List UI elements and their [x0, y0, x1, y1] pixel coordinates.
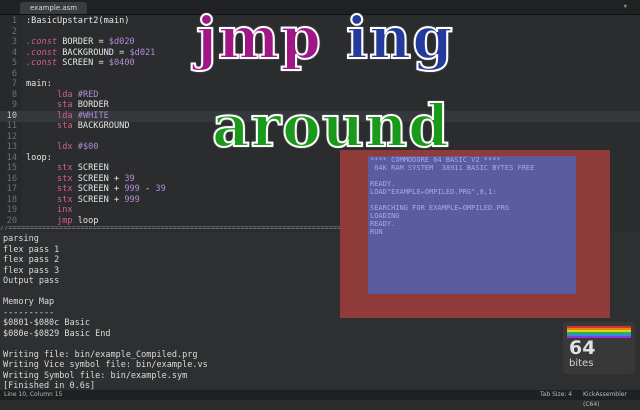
console-line: $080e-$0829 Basic End: [3, 328, 111, 339]
code-text: main:: [26, 79, 52, 89]
emulator-window: **** COMMODORE 64 BASIC V2 **** 64K RAM …: [340, 150, 610, 318]
code-text: lda #WHITE: [57, 110, 109, 121]
code-text: .const SCREEN = $0400: [26, 58, 135, 68]
cursor-position: Line 10, Column 15: [4, 391, 63, 398]
line-number: 7: [11, 79, 17, 89]
line-number: 11: [6, 121, 17, 131]
line-number: 18: [6, 194, 17, 205]
line-number: 20: [6, 215, 17, 226]
code-text: .const BORDER = $d020: [26, 37, 135, 47]
code-text: stx SCREEN: [57, 163, 109, 173]
status-bar: Line 10, Column 15 Tab Size: 4 KickAssem…: [0, 390, 640, 408]
code-text: ldx #$00: [57, 142, 99, 152]
line-number: 13: [6, 142, 17, 152]
code-text: jmp loop: [57, 215, 99, 226]
emulator-screen: **** COMMODORE 64 BASIC V2 **** 64K RAM …: [368, 156, 576, 294]
code-text: sta BACKGROUND: [57, 121, 130, 131]
line-number: 3: [11, 37, 17, 47]
code-text: stx SCREEN + 39: [57, 173, 135, 184]
console-line: Output pass: [3, 276, 60, 286]
line-number: 15: [6, 163, 17, 173]
code-text: stx SCREEN + 999 - 39: [57, 184, 166, 194]
code-text: lda #RED: [57, 89, 99, 100]
syntax-selector[interactable]: KickAssembler (C64): [583, 390, 640, 410]
code-text: sta BORDER: [57, 100, 109, 110]
tab-example-asm[interactable]: example.asm: [20, 2, 88, 14]
overlay-word-ing: ing: [345, 3, 454, 73]
line-number: 1: [11, 16, 17, 26]
line-number: 17: [6, 184, 17, 194]
line-number: 16: [6, 173, 17, 184]
overlay-word-around: around: [211, 91, 450, 161]
code-line[interactable]: 7 main:: [0, 79, 640, 90]
tab-label: example.asm: [30, 4, 78, 12]
code-text: stx SCREEN + 999: [57, 194, 140, 205]
code-text: loop:: [26, 152, 52, 163]
line-number: 10: [6, 110, 17, 121]
64bites-logo: 64 bites: [563, 322, 635, 374]
line-number: 9: [11, 100, 17, 110]
line-number: 12: [6, 131, 17, 142]
code-text: inx: [57, 205, 73, 215]
menu-icon[interactable]: ▾: [623, 2, 628, 12]
line-number: 14: [6, 152, 17, 163]
tab-size-selector[interactable]: Tab Size: 4: [540, 390, 572, 400]
line-number: 2: [11, 26, 17, 37]
code-text: :BasicUpstart2(main): [26, 16, 130, 26]
logo-word: bites: [569, 358, 594, 369]
line-number: 5: [11, 58, 17, 68]
line-number: 6: [11, 68, 17, 79]
line-number: 8: [11, 89, 17, 100]
logo-number: 64: [569, 337, 596, 359]
line-number: 4: [11, 47, 17, 58]
code-text: .const BACKGROUND = $d021: [26, 47, 156, 58]
emulator-text: **** COMMODORE 64 BASIC V2 **** 64K RAM …: [370, 156, 535, 236]
overlay-word-jmp: jmp: [195, 3, 322, 73]
line-number: 19: [6, 205, 17, 215]
